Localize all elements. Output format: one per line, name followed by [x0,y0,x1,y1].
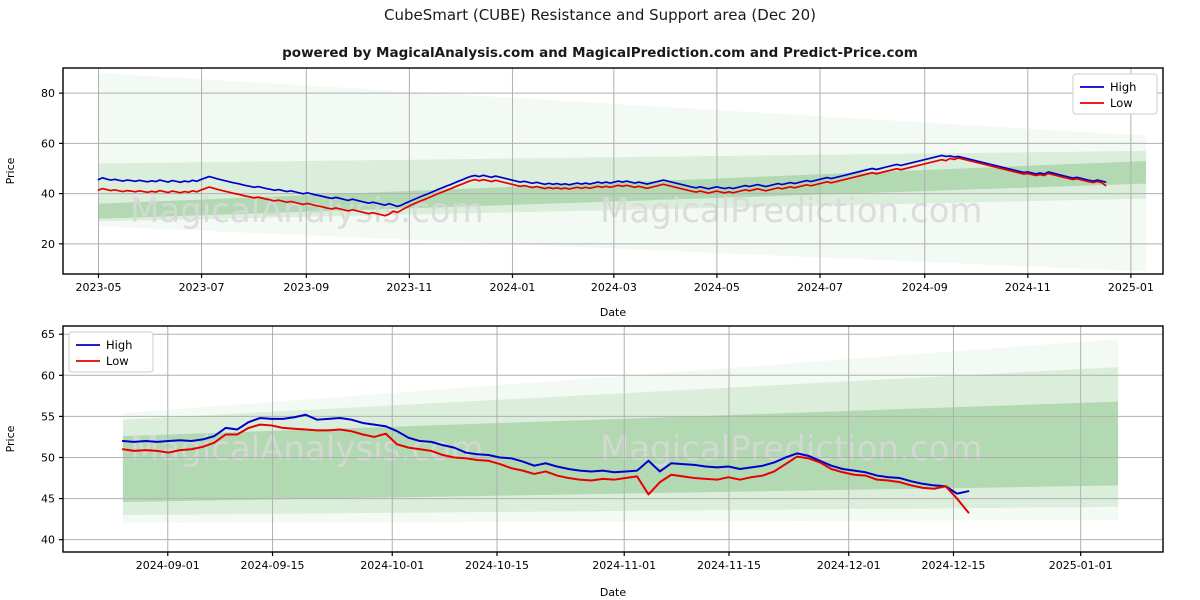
chart-svg-top: MagicalAnalysis.com MagicalPrediction.com… [4,67,1164,319]
x-tick-label: 2024-12-01 [817,559,881,572]
y-axis-title: Price [4,157,17,184]
x-tick-label: 2024-10-15 [465,559,529,572]
x-tick-label: 2024-03 [591,281,637,294]
x-tick-label: 2024-09 [902,281,948,294]
y-tick-label: 45 [41,493,55,506]
x-tick-label: 2023-07 [179,281,225,294]
watermark-text: MagicalPrediction.com [600,429,983,469]
chart-bottom-panel: MagicalAnalysis.com MagicalPrediction.com… [0,320,1200,600]
chart-top-panel: MagicalAnalysis.com MagicalPrediction.com… [0,62,1200,320]
legend[interactable]: High Low [1072,73,1158,115]
x-tick-label: 2024-09-15 [241,559,305,572]
x-tick-label: 2024-01 [489,281,535,294]
legend-label-low: Low [106,354,129,368]
y-tick-label: 65 [41,328,55,341]
y-tick-label: 40 [41,188,55,201]
page-subtitle: powered by MagicalAnalysis.com and Magic… [282,45,918,61]
legend-label-high: High [1110,80,1136,94]
x-tick-label: 2023-09 [283,281,329,294]
x-tick-label: 2024-05 [694,281,740,294]
y-tick-label: 80 [41,87,55,100]
legend-label-high: High [106,338,132,352]
x-tick-label: 2023-11 [386,281,432,294]
x-tick-label: 2024-07 [797,281,843,294]
x-tick-label: 2025-01-01 [1049,559,1113,572]
y-tick-label: 60 [41,369,55,382]
chart-page: CubeSmart (CUBE) Resistance and Support … [0,0,1200,600]
y-tick-label: 50 [41,451,55,464]
y-tick-label: 40 [41,534,55,547]
x-axis-title: Date [600,586,627,599]
x-tick-label: 2024-12-15 [922,559,986,572]
page-title: CubeSmart (CUBE) Resistance and Support … [383,6,817,24]
chart-svg-bottom: MagicalAnalysis.com MagicalPrediction.com… [4,325,1164,599]
x-tick-label: 2024-11 [1005,281,1051,294]
x-tick-label: 2024-11-15 [697,559,761,572]
x-tick-label: 2024-10-01 [360,559,424,572]
legend[interactable]: High Low [68,331,154,373]
x-tick-label: 2023-05 [75,281,121,294]
x-axis-title: Date [600,306,627,319]
legend-label-low: Low [1110,96,1133,110]
y-tick-label: 60 [41,137,55,150]
x-tick-label: 2024-09-01 [136,559,200,572]
y-tick-label: 20 [41,238,55,251]
x-tick-label: 2024-11-01 [592,559,656,572]
x-tick-label: 2025-01 [1108,281,1154,294]
y-tick-label: 55 [41,410,55,423]
y-axis-title: Price [4,425,17,452]
